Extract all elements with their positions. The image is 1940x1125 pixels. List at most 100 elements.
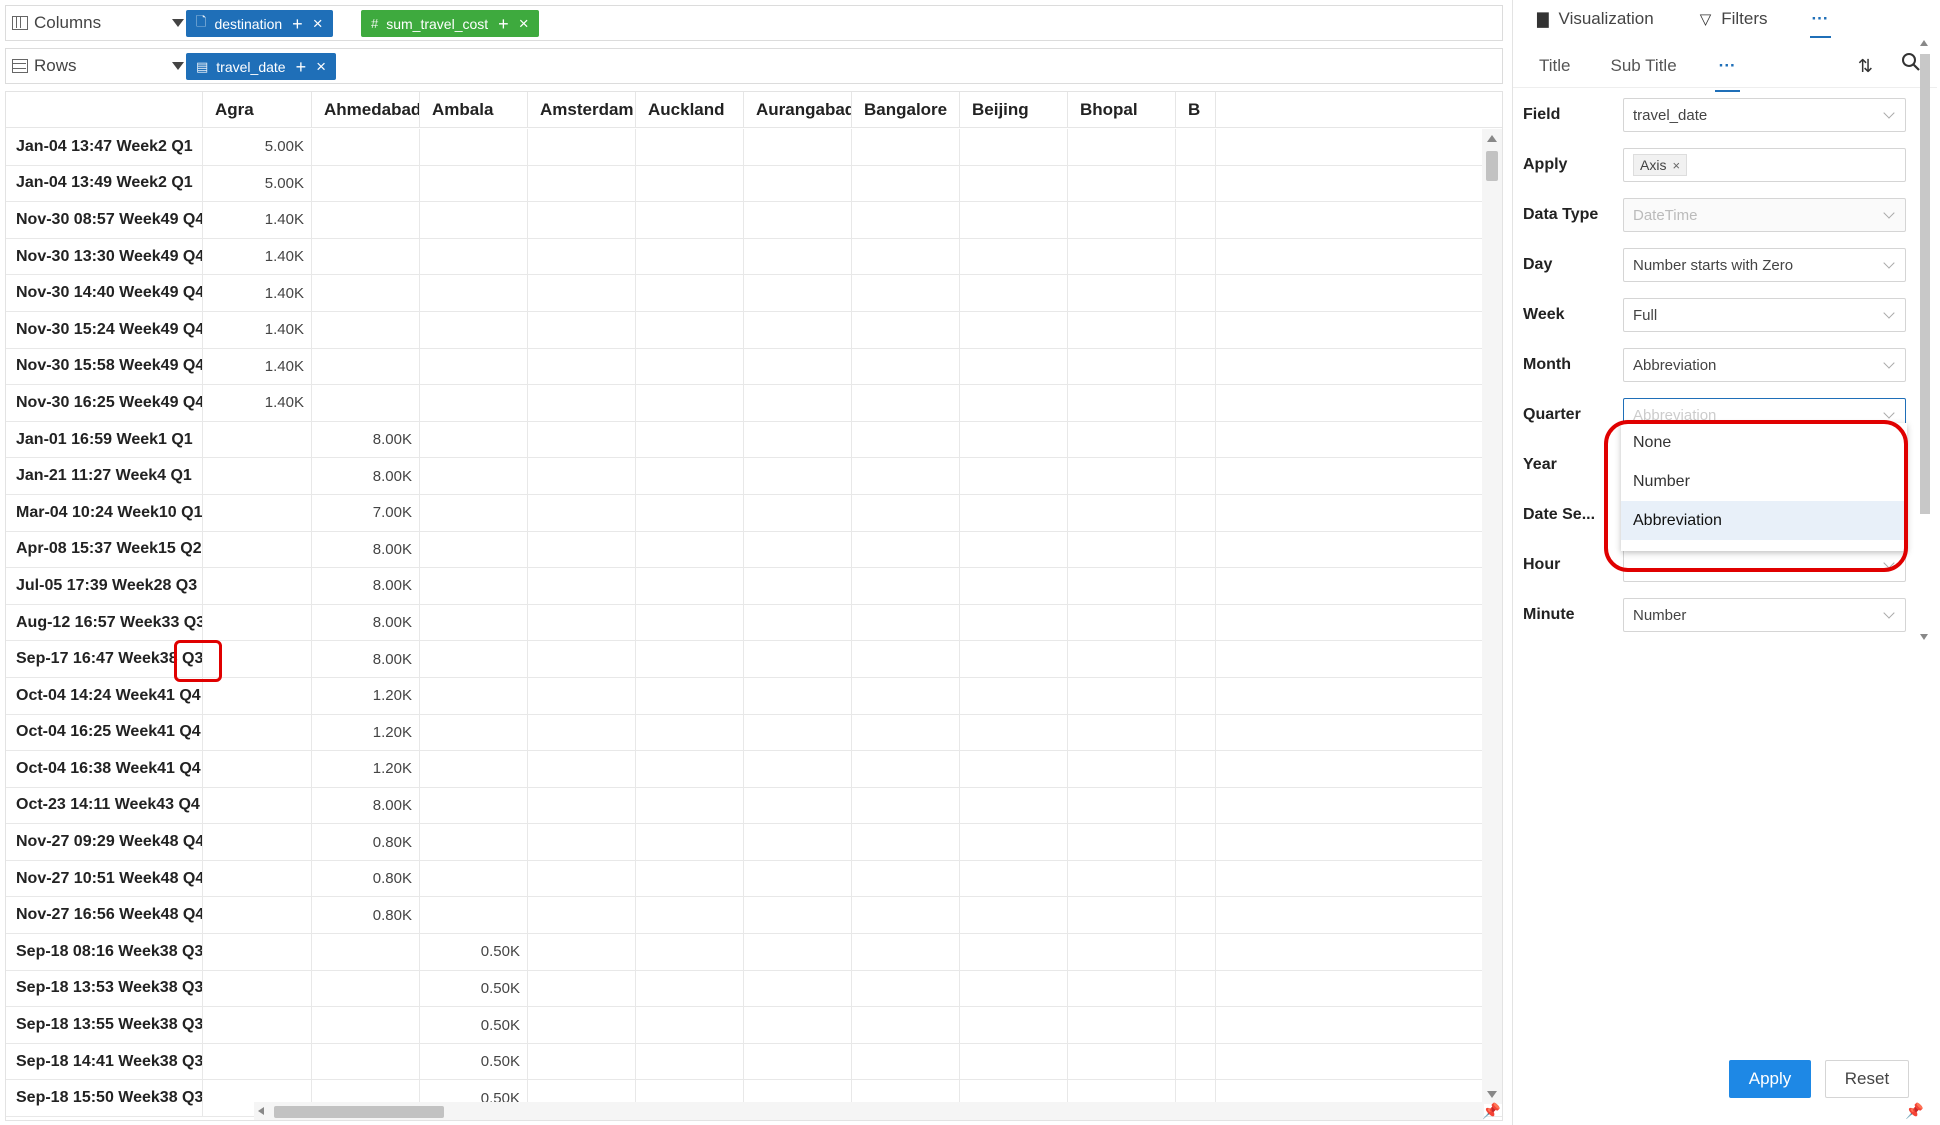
value-cell[interactable] [1176, 677, 1216, 714]
value-cell[interactable] [312, 129, 420, 165]
value-cell[interactable]: 0.50K [420, 1007, 528, 1043]
value-cell[interactable] [528, 751, 636, 787]
value-cell[interactable] [420, 275, 528, 311]
value-cell[interactable]: 1.20K [312, 751, 420, 787]
minute-select[interactable]: Number [1623, 598, 1906, 632]
value-cell[interactable]: 1.40K [203, 348, 312, 385]
apply-multiselect[interactable]: Axis × [1623, 148, 1906, 182]
value-cell[interactable] [744, 787, 852, 824]
value-cell[interactable] [203, 1007, 312, 1043]
value-cell[interactable] [636, 970, 744, 1007]
value-cell[interactable] [960, 934, 1068, 970]
value-cell[interactable] [1068, 275, 1176, 311]
value-cell[interactable] [852, 970, 960, 1007]
value-cell[interactable] [744, 970, 852, 1007]
value-cell[interactable]: 0.80K [312, 860, 420, 897]
value-cell[interactable] [203, 677, 312, 714]
value-cell[interactable] [1068, 677, 1176, 714]
value-cell[interactable] [203, 860, 312, 897]
value-cell[interactable] [744, 385, 852, 421]
value-cell[interactable] [528, 202, 636, 238]
value-cell[interactable] [744, 458, 852, 494]
value-cell[interactable] [636, 165, 744, 202]
value-cell[interactable] [312, 1007, 420, 1043]
value-cell[interactable] [960, 1043, 1068, 1080]
value-cell[interactable] [960, 238, 1068, 275]
value-cell[interactable] [852, 202, 960, 238]
value-cell[interactable] [1068, 604, 1176, 641]
value-cell[interactable] [1176, 714, 1216, 751]
value-cell[interactable] [528, 1007, 636, 1043]
row-header[interactable]: Sep-18 08:16 Week38 Q3 [6, 934, 203, 970]
value-cell[interactable] [1176, 568, 1216, 604]
value-cell[interactable] [960, 458, 1068, 494]
columns-shelf[interactable]: Columns 🗋 destination + × # sum_travel_c… [5, 5, 1503, 41]
value-cell[interactable] [203, 421, 312, 458]
value-cell[interactable] [960, 311, 1068, 348]
row-header[interactable]: Nov-30 15:58 Week49 Q4 [6, 348, 203, 385]
value-cell[interactable] [636, 897, 744, 934]
value-cell[interactable] [1176, 531, 1216, 568]
value-cell[interactable] [960, 421, 1068, 458]
value-cell[interactable] [312, 238, 420, 275]
value-cell[interactable] [528, 934, 636, 970]
value-cell[interactable] [636, 824, 744, 860]
remove-icon[interactable]: × [519, 15, 529, 32]
column-header[interactable]: B [1176, 92, 1216, 128]
value-cell[interactable] [744, 421, 852, 458]
row-header[interactable]: Jan-01 16:59 Week1 Q1 [6, 421, 203, 458]
value-cell[interactable] [852, 275, 960, 311]
value-cell[interactable] [528, 641, 636, 677]
panel-scrollbar[interactable] [1918, 40, 1932, 640]
value-cell[interactable] [203, 568, 312, 604]
column-header[interactable]: Auckland [636, 92, 744, 128]
value-cell[interactable] [1068, 458, 1176, 494]
value-cell[interactable] [960, 751, 1068, 787]
value-cell[interactable] [744, 531, 852, 568]
tab-title[interactable]: Title [1539, 56, 1571, 76]
value-cell[interactable] [528, 860, 636, 897]
value-cell[interactable] [203, 604, 312, 641]
value-cell[interactable]: 1.20K [312, 714, 420, 751]
value-cell[interactable] [636, 494, 744, 531]
row-header[interactable]: Apr-08 15:37 Week15 Q2 [6, 531, 203, 568]
row-header[interactable]: Sep-18 14:41 Week38 Q3 [6, 1043, 203, 1080]
value-cell[interactable] [636, 1007, 744, 1043]
add-icon[interactable]: + [498, 15, 509, 33]
value-cell[interactable] [528, 824, 636, 860]
value-cell[interactable] [636, 531, 744, 568]
remove-icon[interactable]: × [316, 58, 326, 75]
row-header[interactable]: Nov-30 16:25 Week49 Q4 [6, 385, 203, 421]
value-cell[interactable] [1176, 860, 1216, 897]
vertical-scrollbar[interactable] [1482, 129, 1502, 1104]
value-cell[interactable]: 1.40K [203, 311, 312, 348]
value-cell[interactable] [744, 934, 852, 970]
value-cell[interactable] [852, 714, 960, 751]
value-cell[interactable] [1176, 458, 1216, 494]
value-cell[interactable] [636, 714, 744, 751]
value-cell[interactable] [312, 202, 420, 238]
value-cell[interactable] [960, 494, 1068, 531]
value-cell[interactable] [203, 787, 312, 824]
add-icon[interactable]: + [296, 58, 307, 76]
value-cell[interactable] [312, 311, 420, 348]
value-cell[interactable] [1068, 238, 1176, 275]
value-cell[interactable] [960, 641, 1068, 677]
value-cell[interactable]: 1.40K [203, 275, 312, 311]
scroll-down-icon[interactable] [1920, 634, 1928, 640]
value-cell[interactable] [312, 934, 420, 970]
value-cell[interactable] [528, 677, 636, 714]
value-cell[interactable] [420, 714, 528, 751]
value-cell[interactable] [960, 604, 1068, 641]
value-cell[interactable]: 8.00K [312, 568, 420, 604]
column-pill-destination[interactable]: 🗋 destination + × [186, 10, 333, 37]
value-cell[interactable] [852, 641, 960, 677]
day-select[interactable]: Number starts with Zero [1623, 248, 1906, 282]
value-cell[interactable]: 8.00K [312, 458, 420, 494]
value-cell[interactable] [960, 897, 1068, 934]
row-header[interactable]: Jan-04 13:47 Week2 Q1 [6, 129, 203, 165]
value-cell[interactable] [744, 714, 852, 751]
value-cell[interactable] [1176, 421, 1216, 458]
scroll-down-icon[interactable] [1487, 1091, 1497, 1098]
row-header[interactable]: Aug-12 16:57 Week33 Q3 [6, 604, 203, 641]
